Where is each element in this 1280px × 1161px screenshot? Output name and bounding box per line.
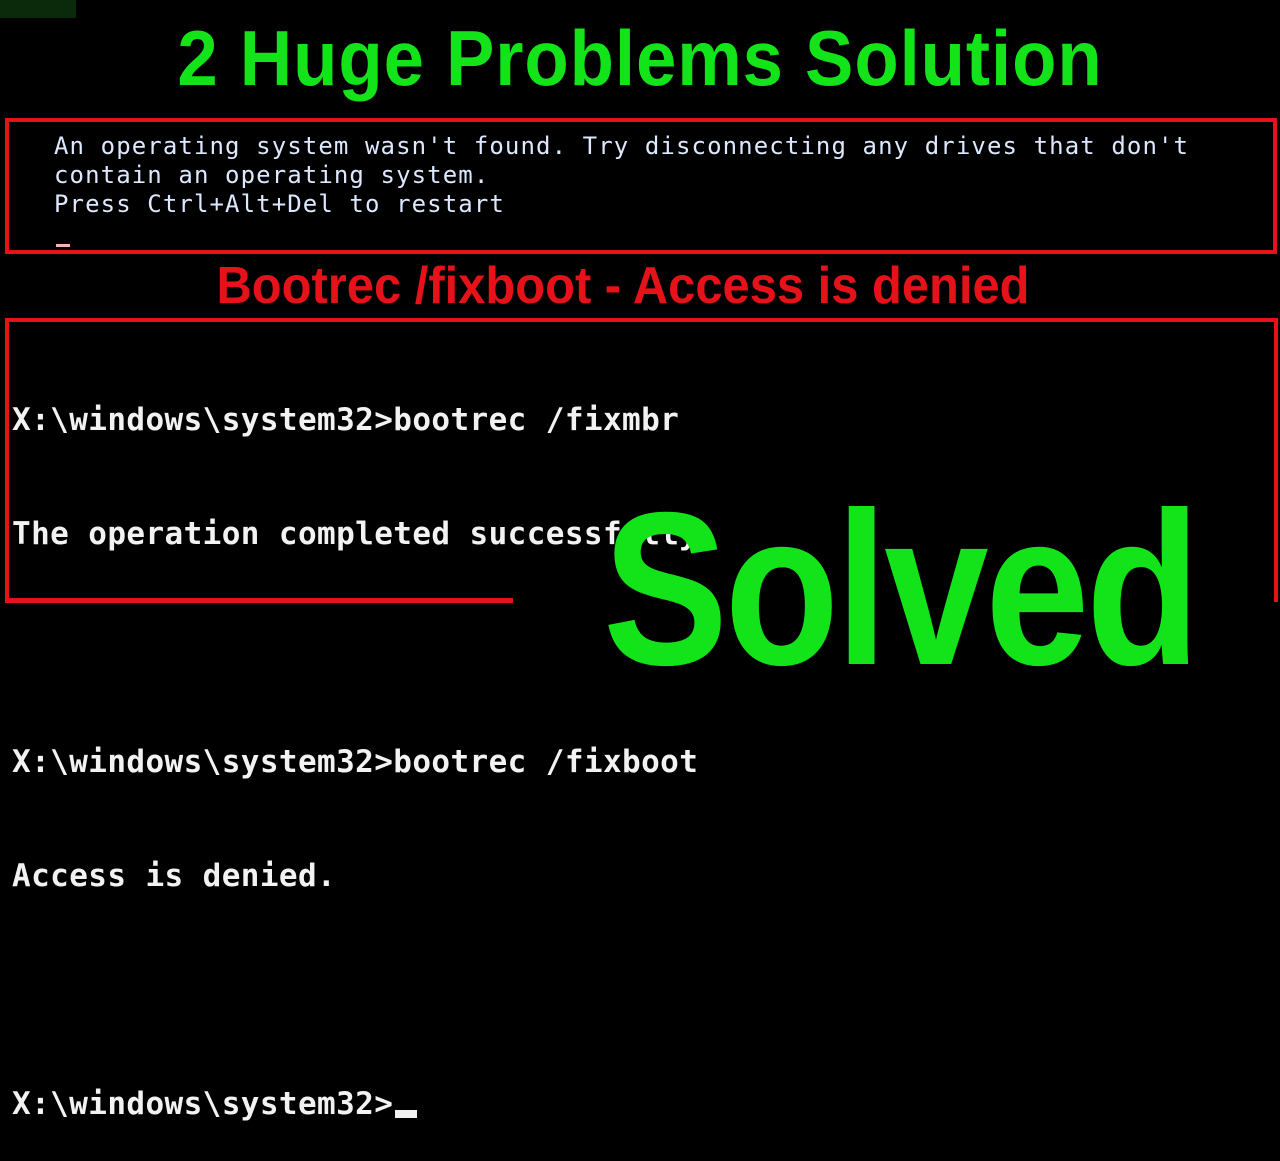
solved-badge: Solved [602, 468, 1201, 711]
boot-error-line: Press Ctrl+Alt+Del to restart [54, 190, 505, 218]
command-prompt-output: X:\windows\system32>bootrec /fixmbr The … [12, 325, 717, 1161]
console-line: Access is denied. [12, 858, 337, 894]
block-cursor-icon [395, 1110, 418, 1118]
page-title: 2 Huge Problems Solution [177, 14, 1103, 102]
subtitle: Bootrec /fixboot - Access is denied [216, 257, 1030, 315]
boot-error-line: contain an operating system. [54, 161, 490, 189]
console-line: X:\windows\system32>bootrec /fixboot [12, 744, 699, 780]
console-line: X:\windows\system32>bootrec /fixmbr [12, 402, 680, 438]
command-prompt: X:\windows\system32> [12, 1086, 394, 1122]
text-cursor-icon [56, 244, 70, 247]
boot-error-text: An operating system wasn't found. Try di… [54, 132, 1189, 219]
boot-error-line: An operating system wasn't found. Try di… [54, 132, 1190, 160]
boot-error-panel: An operating system wasn't found. Try di… [5, 118, 1277, 254]
command-input-line[interactable]: X:\windows\system32> [12, 1085, 717, 1123]
